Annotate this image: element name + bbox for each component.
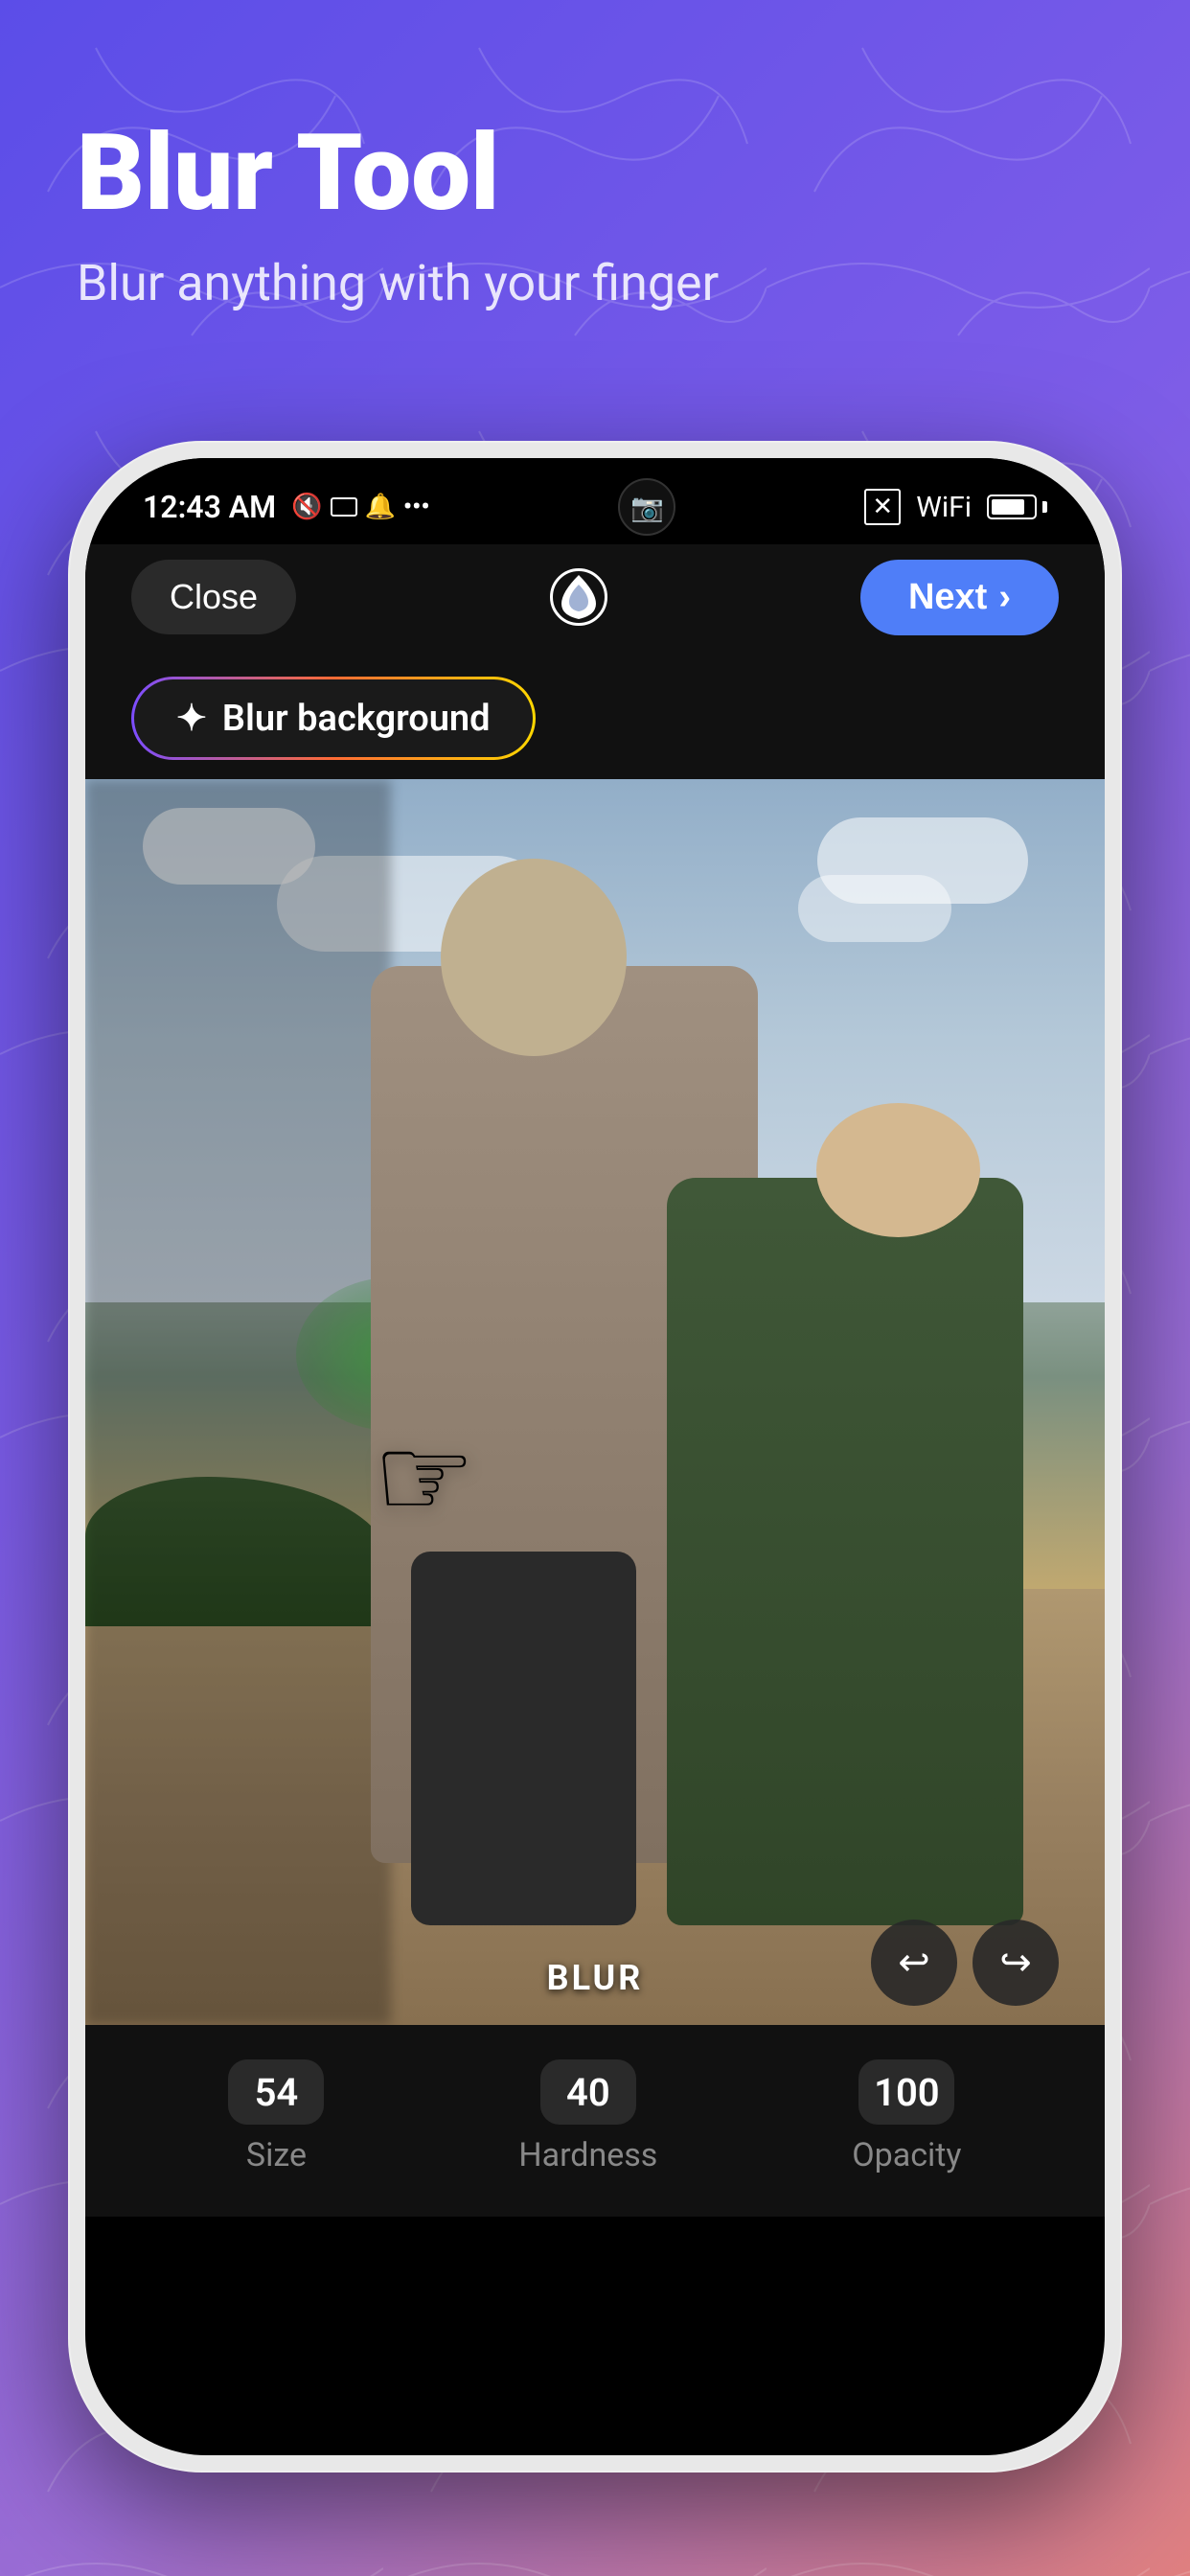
status-time: 12:43 AM: [143, 489, 276, 525]
opacity-value: 100: [858, 2059, 954, 2125]
app-toolbar: Close Next ›: [85, 544, 1105, 650]
person-front-head: [816, 1103, 980, 1237]
cursor-hand-icon: ☞: [373, 1412, 476, 1546]
status-time-area: 12:43 AM 🔇 🔔 •••: [143, 489, 430, 525]
phone-screen: 12:43 AM 🔇 🔔 ••• 📷 ✕ WiFi: [85, 458, 1105, 2455]
app-logo: [550, 568, 607, 626]
next-button[interactable]: Next ›: [860, 560, 1059, 635]
cancel-icon: ✕: [864, 489, 901, 525]
page-title: Blur Tool: [77, 115, 719, 231]
redo-button[interactable]: ↪: [973, 1920, 1059, 2006]
battery-indicator: [987, 494, 1047, 519]
hardness-value: 40: [540, 2059, 636, 2125]
photo-canvas: ☞ BLUR ↩ ↪: [85, 779, 1105, 2025]
notification-icon: 🔔: [365, 493, 396, 521]
status-bar: 12:43 AM 🔇 🔔 ••• 📷 ✕ WiFi: [85, 458, 1105, 544]
blur-bg-label: Blur background: [222, 698, 491, 740]
more-icon: •••: [403, 493, 430, 521]
sparkle-icon: ✦: [176, 697, 207, 740]
person-back-head: [441, 859, 627, 1056]
next-arrow-icon: ›: [998, 577, 1011, 618]
opacity-control[interactable]: 100 Opacity: [852, 2059, 961, 2174]
page-subtitle: Blur anything with your finger: [77, 254, 719, 312]
size-value: 54: [228, 2059, 324, 2125]
redo-icon: ↪: [999, 1941, 1032, 1985]
blur-mode-label: BLUR: [547, 1958, 644, 1998]
blur-bg-chip: ✦ Blur background: [134, 679, 533, 757]
status-icons: 🔇 🔔 •••: [291, 493, 429, 521]
mute-icon: 🔇: [291, 493, 322, 521]
backpack: [411, 1552, 635, 1925]
screen-icon: [331, 497, 357, 517]
undo-icon: ↩: [898, 1941, 930, 1985]
camera-pill: 📷: [618, 478, 675, 536]
person-front-body: [667, 1178, 1023, 1925]
size-control[interactable]: 54 Size: [228, 2059, 324, 2174]
cloud-4: [798, 875, 951, 942]
wifi-icon: WiFi: [916, 491, 972, 524]
close-button[interactable]: Close: [131, 560, 296, 634]
phone-outer-shell: 12:43 AM 🔇 🔔 ••• 📷 ✕ WiFi: [68, 441, 1122, 2472]
hardness-label: Hardness: [518, 2136, 657, 2174]
chip-area: ✦ Blur background: [85, 650, 1105, 779]
blur-bg-chip-wrapper[interactable]: ✦ Blur background: [131, 677, 536, 760]
header-section: Blur Tool Blur anything with your finger: [77, 115, 719, 312]
photo-editing-area[interactable]: ☞ BLUR ↩ ↪: [85, 779, 1105, 2025]
opacity-label: Opacity: [852, 2136, 961, 2174]
hardness-control[interactable]: 40 Hardness: [518, 2059, 657, 2174]
next-label: Next: [908, 577, 987, 618]
phone-mockup: 12:43 AM 🔇 🔔 ••• 📷 ✕ WiFi: [68, 441, 1122, 2472]
bottom-controls-bar: 54 Size 40 Hardness 100 Opacity: [85, 2025, 1105, 2217]
action-buttons: ↩ ↪: [871, 1920, 1059, 2006]
blur-overlay: [85, 779, 391, 2025]
size-label: Size: [246, 2136, 307, 2174]
status-right-icons: ✕ WiFi: [864, 489, 1047, 525]
undo-button[interactable]: ↩: [871, 1920, 957, 2006]
